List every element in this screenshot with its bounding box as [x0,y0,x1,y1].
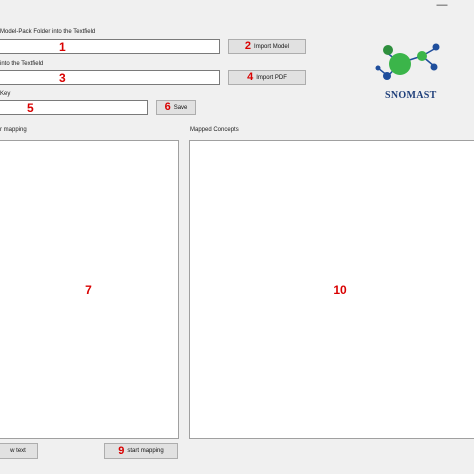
mapped-concepts-panel[interactable]: 10 [189,140,474,439]
input-text-panel[interactable]: 7 [0,140,179,439]
minimize-button[interactable]: — [436,0,448,11]
key-label: Key [0,91,11,97]
view-text-label: w text [10,448,26,454]
marker-10: 10 [333,282,347,297]
save-button[interactable]: 6 Save [156,100,196,115]
start-mapping-label: start mapping [127,448,164,454]
save-label: Save [173,104,188,111]
start-mapping-button[interactable]: 9 start mapping [104,443,178,459]
logo-molecule-icon [375,43,440,80]
left-panel-label: r mapping [0,127,27,133]
pdf-path-input[interactable]: 3 [0,70,220,85]
key-input[interactable]: 5 [0,100,148,115]
model-folder-input[interactable]: 1 [0,39,220,54]
model-folder-label: Model-Pack Folder into the Textfield [0,29,96,35]
import-pdf-label: Import PDF [256,74,287,81]
marker-3: 3 [59,71,66,85]
marker-2: 2 [244,40,252,52]
import-model-label: Import Model [254,43,290,50]
snomast-logo: SNOMAST [370,38,450,104]
pdf-label: into the Textfield [0,61,44,67]
marker-1: 1 [59,40,66,54]
import-pdf-button[interactable]: 4 Import PDF [228,70,306,85]
logo-text: SNOMAST [385,90,437,101]
mapped-concepts-label: Mapped Concepts [190,127,239,133]
marker-6: 6 [164,101,171,113]
view-text-button[interactable]: w text [0,443,38,459]
marker-4: 4 [247,71,254,83]
import-model-button[interactable]: 2 Import Model [228,39,306,54]
marker-5: 5 [27,101,34,115]
marker-9: 9 [118,444,125,457]
marker-7: 7 [85,282,92,297]
